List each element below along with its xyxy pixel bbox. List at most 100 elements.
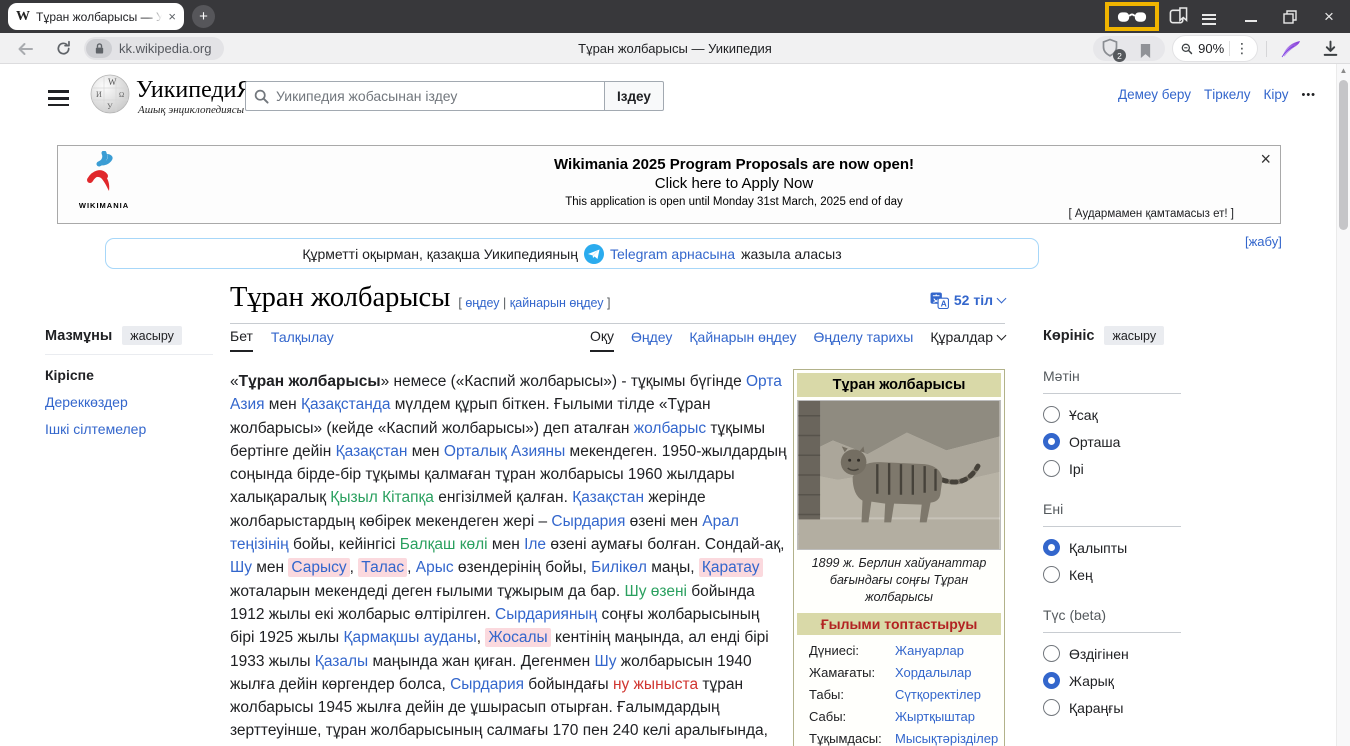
language-selector-button[interactable]: A 52 тіл — [930, 292, 1005, 309]
edit-source-link[interactable]: қайнарын өңдеу — [510, 296, 604, 310]
page-tab[interactable]: Өңдеу — [631, 328, 672, 352]
download-icon — [1322, 40, 1339, 57]
page-tab[interactable]: Оқу — [590, 328, 614, 352]
radio-icon[interactable] — [1043, 406, 1060, 423]
radio-option[interactable]: Ірі — [1043, 460, 1181, 477]
radio-option[interactable]: Орташа — [1043, 433, 1181, 450]
banner-translate-link[interactable]: [ Аудармамен қамтамасыз ет! ] — [1069, 208, 1234, 220]
body-link[interactable]: Қазақстан — [336, 443, 408, 460]
minimize-button[interactable] — [1238, 0, 1264, 33]
main-menu-button[interactable] — [48, 86, 69, 111]
edit-link[interactable]: өңдеу — [465, 296, 499, 310]
scroll-up-arrow[interactable]: ▲ — [1337, 66, 1350, 75]
body-link[interactable]: Сырдария — [450, 676, 524, 693]
taxobox-row-value[interactable]: Сүтқоректілер — [895, 684, 981, 706]
body-link[interactable]: Шу — [230, 559, 252, 576]
toc-item[interactable]: Кіріспе — [45, 367, 213, 383]
close-window-button[interactable]: × — [1316, 0, 1342, 33]
radio-checked-icon[interactable] — [1043, 433, 1060, 450]
scrollbar-thumb[interactable] — [1339, 80, 1348, 230]
banner-headline[interactable]: Wikimania 2025 Program Proposals are now… — [218, 156, 1250, 173]
body-link[interactable]: Билікөл — [591, 559, 647, 576]
incognito-glasses-button[interactable] — [1105, 2, 1159, 31]
body-link[interactable]: Қармақшы ауданы — [343, 629, 476, 646]
radio-checked-icon[interactable] — [1043, 539, 1060, 556]
radio-checked-icon[interactable] — [1043, 672, 1060, 689]
radio-option[interactable]: Жарық — [1043, 672, 1181, 689]
taxobox-row-value[interactable]: Жануарлар — [895, 640, 964, 662]
body-link[interactable]: Сарысу — [288, 558, 349, 577]
body-link[interactable]: Балқаш көлі — [400, 536, 488, 553]
toc-item[interactable]: Дереккөздер — [45, 394, 213, 410]
body-link[interactable]: Шу өзені — [625, 583, 687, 600]
body-link[interactable]: Іле — [524, 536, 546, 553]
search-box[interactable] — [245, 81, 605, 111]
downloads-button[interactable] — [1316, 33, 1344, 64]
page-tab[interactable]: Құралдар — [930, 328, 1005, 352]
reload-button[interactable] — [48, 33, 78, 64]
body-link[interactable]: Қазақстанда — [301, 396, 391, 413]
more-options-icon[interactable]: ⋮ — [1235, 40, 1249, 57]
page-tab[interactable]: Қайнарын өңдеу — [689, 328, 796, 352]
telegram-channel-link[interactable]: Telegram арнасына — [610, 246, 735, 262]
body-link[interactable]: Сырдарияның — [495, 606, 597, 623]
banner-apply-link[interactable]: Click here to Apply Now — [218, 175, 1250, 192]
body-link[interactable]: жолбарыс — [634, 420, 706, 437]
radio-option[interactable]: Кең — [1043, 566, 1181, 583]
body-link[interactable]: Шу — [595, 653, 617, 670]
wikipedia-globe-logo[interactable]: W И Ω У — [90, 74, 130, 119]
toc-item[interactable]: Ішкі сілтемелер — [45, 421, 213, 437]
taxobox-row-value[interactable]: Хордалылар — [895, 662, 971, 684]
header-link[interactable]: Кіру — [1263, 87, 1288, 102]
radio-icon[interactable] — [1043, 460, 1060, 477]
appearance-hide-button[interactable]: жасыру — [1104, 326, 1164, 345]
radio-icon[interactable] — [1043, 566, 1060, 583]
highlighter-pen-button[interactable] — [1276, 33, 1304, 64]
browser-menu-button[interactable] — [1202, 0, 1228, 33]
site-wordmark[interactable]: УикипедиЯ — [136, 77, 252, 104]
body-link[interactable]: Жосалы — [485, 628, 550, 647]
radio-option[interactable]: Ұсақ — [1043, 406, 1181, 423]
more-menu-icon[interactable]: ••• — [1301, 89, 1316, 101]
close-sitenotice-link[interactable]: [жабу] — [1245, 234, 1282, 249]
body-link[interactable]: Сырдария — [551, 513, 625, 530]
page-tab[interactable]: Өңделу тарихы — [813, 328, 913, 352]
header-link[interactable]: Демеу беру — [1118, 87, 1191, 102]
search-input[interactable] — [276, 88, 596, 104]
toc-hide-button[interactable]: жасыру — [122, 326, 182, 345]
body-link[interactable]: Қазақстан — [572, 489, 644, 506]
tiger-photo-image[interactable] — [797, 400, 1001, 550]
protect-extension-button[interactable]: 2 — [1101, 38, 1123, 60]
body-link[interactable]: Қазалы — [315, 653, 368, 670]
tab-groups-button[interactable] — [1164, 0, 1192, 33]
body-link[interactable]: Арыс — [416, 559, 454, 576]
body-link[interactable]: Орталық Азияны — [444, 443, 565, 460]
header-link[interactable]: Тіркелу — [1204, 87, 1251, 102]
page-tab[interactable]: Талқылау — [271, 328, 334, 352]
taxobox-row-value[interactable]: Жыртқыштар — [895, 706, 975, 728]
new-tab-button[interactable]: + — [192, 5, 215, 28]
zoom-control[interactable]: 90% ⋮ — [1172, 35, 1258, 62]
browser-tab[interactable]: W Тұран жолбарысы — У × — [8, 3, 184, 30]
body-link[interactable]: ну жыныста — [613, 676, 698, 693]
body-link[interactable]: Қызыл Кітапқа — [330, 489, 434, 506]
radio-icon[interactable] — [1043, 645, 1060, 662]
banner-close-icon[interactable]: × — [1260, 149, 1271, 170]
restore-window-button[interactable] — [1277, 0, 1303, 33]
search-button[interactable]: Іздеу — [604, 81, 664, 111]
bookmark-button[interactable] — [1134, 35, 1156, 66]
tab-close-icon[interactable]: × — [168, 10, 176, 23]
back-button[interactable] — [10, 33, 40, 64]
telegram-banner-text: жазыла аласыз — [741, 246, 842, 262]
radio-icon[interactable] — [1043, 699, 1060, 716]
radio-option[interactable]: Өздігінен — [1043, 645, 1181, 662]
page-scrollbar[interactable]: ▲ — [1336, 64, 1350, 746]
taxobox-row-value[interactable]: Мысықтәрізділер — [895, 728, 998, 746]
radio-option[interactable]: Қалыпты — [1043, 539, 1181, 556]
radio-option[interactable]: Қараңғы — [1043, 699, 1181, 716]
body-link[interactable]: Қаратау — [699, 558, 763, 577]
address-bar[interactable]: kk.wikipedia.org — [84, 37, 224, 60]
page-tab[interactable]: Бет — [230, 328, 253, 352]
body-link[interactable]: Талас — [358, 558, 407, 577]
ssl-lock-chip[interactable] — [86, 39, 112, 58]
